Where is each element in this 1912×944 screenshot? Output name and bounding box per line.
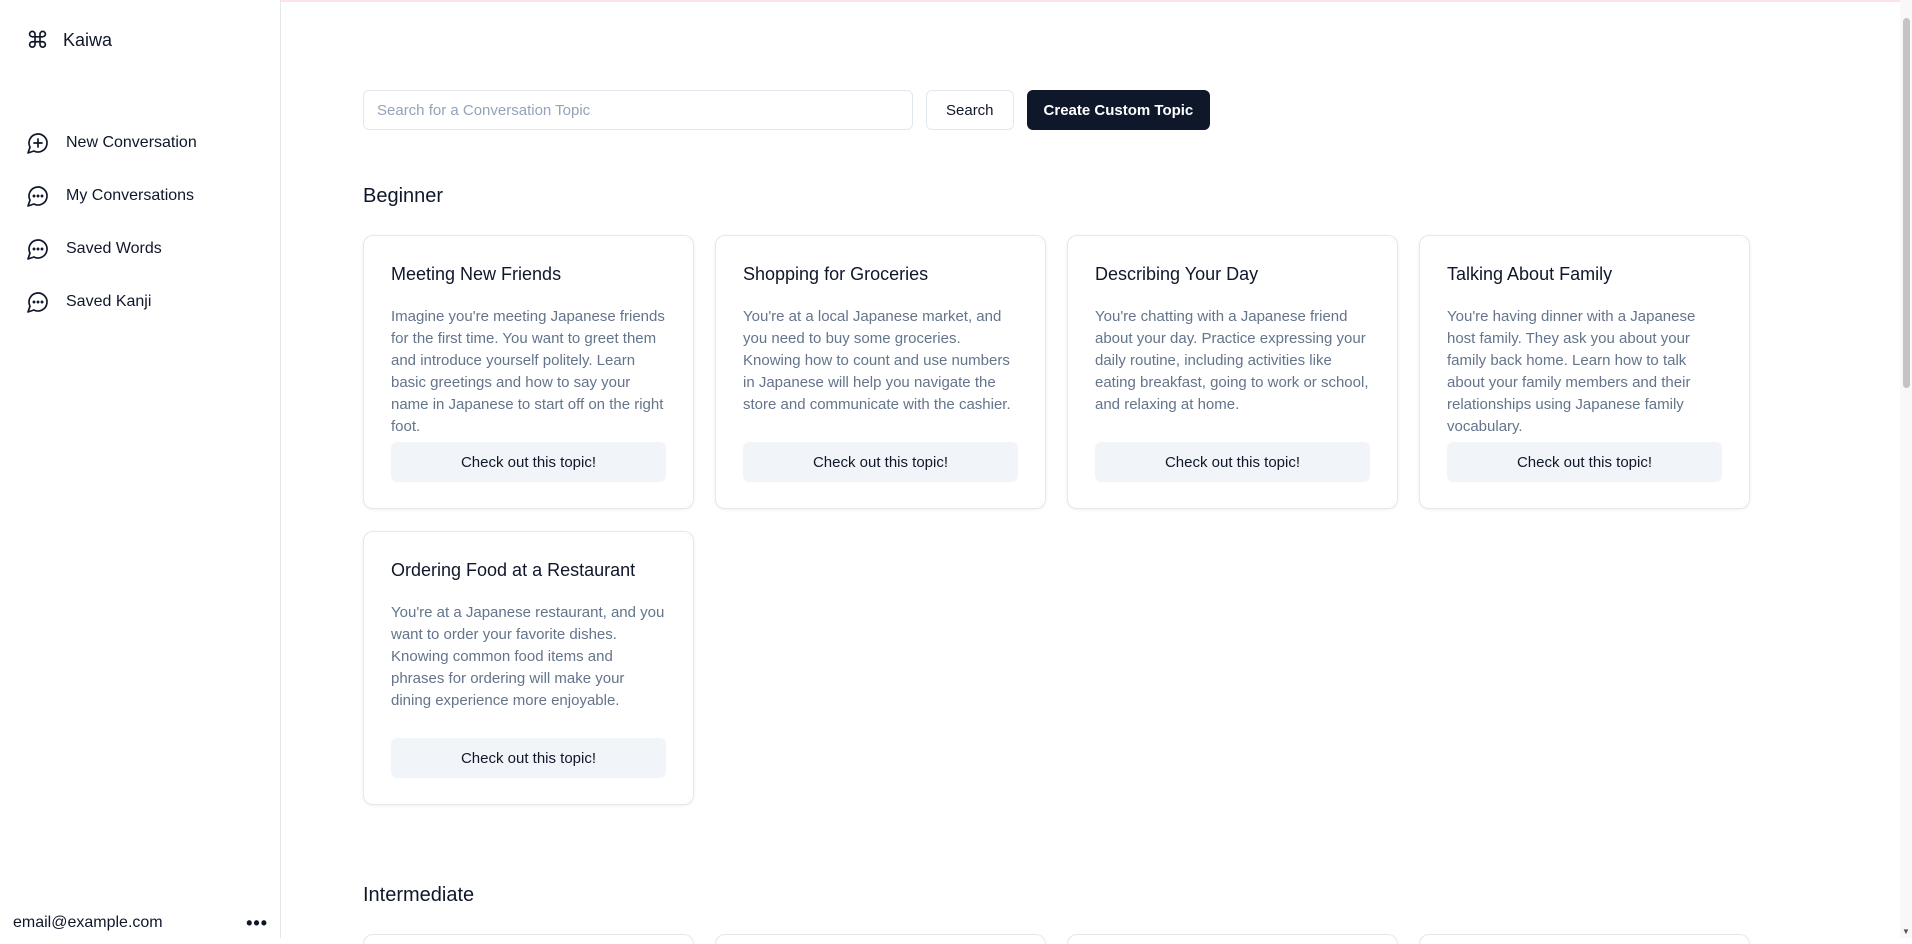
topic-description: You're at a local Japanese market, and y…: [743, 308, 1011, 413]
create-custom-topic-button[interactable]: Create Custom Topic: [1026, 90, 1211, 130]
sidebar: ⌘ Kaiwa New Conversation My Conversation…: [0, 0, 281, 938]
topic-card: Talking About Family You're having dinne…: [1419, 235, 1750, 509]
message-circle-icon: [27, 291, 48, 313]
more-options-icon[interactable]: •••: [246, 914, 268, 932]
topic-title: Describing Your Day: [1095, 264, 1259, 284]
sidebar-item-label: Saved Words: [66, 239, 162, 257]
search-input[interactable]: [363, 90, 913, 130]
message-circle-icon: [27, 238, 48, 260]
scrollbar-thumb[interactable]: [1903, 18, 1910, 388]
brand[interactable]: ⌘ Kaiwa: [26, 28, 112, 52]
topic-card: Ordering Food at a Restaurant You're at …: [363, 531, 694, 805]
sidebar-item-saved-kanji[interactable]: Saved Kanji: [26, 275, 197, 328]
section-title-beginner: Beginner: [363, 185, 444, 207]
app-name: Kaiwa: [63, 29, 113, 50]
sidebar-nav: New Conversation My Conversations Saved …: [26, 116, 197, 328]
sidebar-item-my-conversations[interactable]: My Conversations: [26, 169, 197, 222]
sidebar-item-label: My Conversations: [66, 186, 195, 204]
check-out-topic-button[interactable]: Check out this topic!: [391, 442, 666, 482]
page-scrollbar[interactable]: ▼: [1900, 0, 1912, 938]
sidebar-item-saved-words[interactable]: Saved Words: [26, 222, 197, 275]
main-content: Search Create Custom Topic Beginner Meet…: [282, 0, 1912, 944]
account-email: email@example.com: [13, 914, 163, 931]
plus-circle-icon: [27, 132, 48, 154]
section-title-intermediate: Intermediate: [363, 884, 475, 906]
sidebar-item-label: Saved Kanji: [66, 292, 152, 310]
message-circle-icon: [27, 185, 48, 207]
topic-title: Shopping for Groceries: [743, 264, 929, 284]
topic-card: Shopping for Groceries You're at a local…: [715, 235, 1046, 509]
topic-title: Meeting New Friends: [391, 264, 562, 284]
topic-card: [1067, 934, 1398, 944]
topic-description: Imagine you're meeting Japanese friends …: [391, 308, 665, 435]
sidebar-item-label: New Conversation: [66, 133, 197, 151]
check-out-topic-button[interactable]: Check out this topic!: [1447, 442, 1722, 482]
topic-description: You're having dinner with a Japanese hos…: [1447, 308, 1696, 435]
topic-card: [1419, 934, 1750, 944]
sidebar-item-new-conversation[interactable]: New Conversation: [26, 116, 197, 169]
topic-card: Meeting New Friends Imagine you're meeti…: [363, 235, 694, 509]
topic-description: You're chatting with a Japanese friend a…: [1095, 308, 1369, 413]
check-out-topic-button[interactable]: Check out this topic!: [743, 442, 1018, 482]
search-button[interactable]: Search: [926, 90, 1014, 130]
account-footer: email@example.com •••: [13, 914, 268, 932]
topic-title: Talking About Family: [1447, 264, 1613, 284]
check-out-topic-button[interactable]: Check out this topic!: [1095, 442, 1370, 482]
search-bar: Search Create Custom Topic: [363, 90, 1211, 130]
topic-card: [715, 934, 1046, 944]
topic-card: [363, 934, 694, 944]
topic-card: Describing Your Day You're chatting with…: [1067, 235, 1398, 509]
scroll-down-arrow-icon[interactable]: ▼: [1902, 927, 1910, 936]
topic-title: Ordering Food at a Restaurant: [391, 560, 636, 580]
topic-description: You're at a Japanese restaurant, and you…: [391, 604, 665, 709]
check-out-topic-button[interactable]: Check out this topic!: [391, 738, 666, 778]
topic-grid-intermediate: [363, 934, 1750, 944]
topic-grid-beginner: Meeting New Friends Imagine you're meeti…: [363, 235, 1750, 805]
command-icon: ⌘: [26, 27, 49, 53]
